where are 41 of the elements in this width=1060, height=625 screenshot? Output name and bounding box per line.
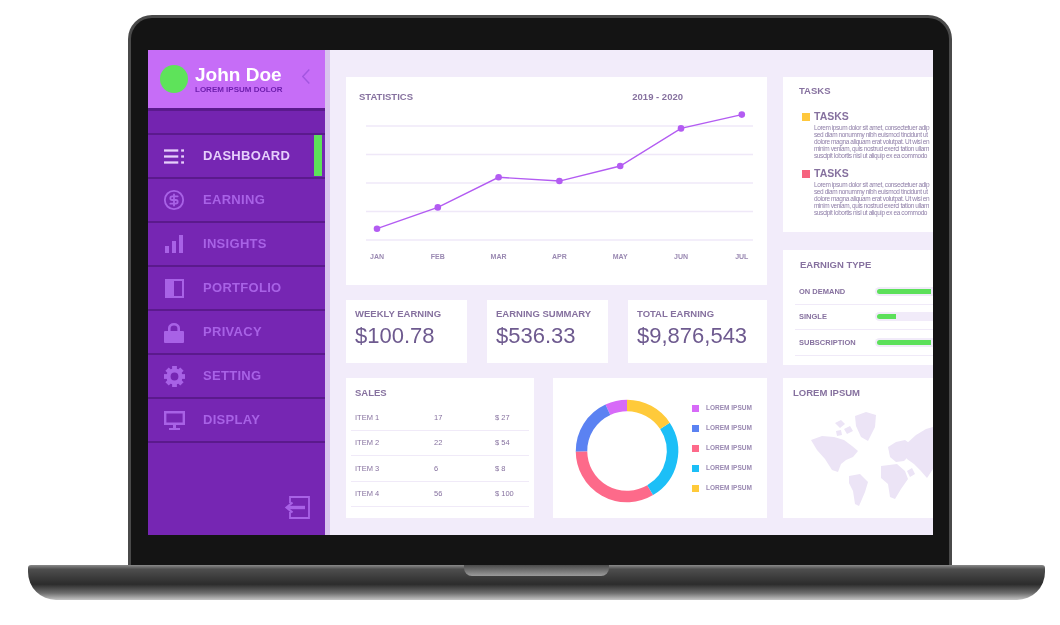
earning-label: EARNING SUMMARY [496, 308, 593, 320]
card-title: SALES [354, 387, 388, 399]
user-subtitle: LOREM IPSUM DOLOR [195, 84, 283, 95]
data-point [616, 162, 624, 170]
gear-icon [163, 365, 185, 387]
chevron-left-icon[interactable] [302, 68, 310, 84]
logout-icon[interactable] [284, 496, 310, 519]
nav-item[interactable]: PORTFOLIO [148, 267, 325, 311]
earning-value: $100.78 [355, 323, 436, 349]
list-icon [164, 148, 184, 164]
nav-item[interactable]: EARNING [148, 179, 325, 223]
data-point [677, 125, 685, 132]
earning-label: WEEKLY EARNING [355, 308, 443, 320]
card-title: TASKS [799, 85, 832, 97]
task-title: TASKS [814, 110, 850, 123]
nav-item[interactable]: SETTING [148, 355, 325, 399]
active-indicator [314, 135, 322, 176]
data-point [373, 225, 381, 232]
data-point [556, 177, 563, 185]
avatar [160, 65, 188, 93]
chart-title: STATISTICS [359, 91, 413, 104]
card-title: LOREM IPSUM [793, 387, 862, 399]
earning-label: TOTAL EARNING [637, 308, 716, 320]
data-point [434, 204, 442, 211]
nav-item[interactable]: DASHBOARD [148, 135, 325, 179]
earning-value: $536.33 [496, 323, 577, 349]
dollar-circle-icon [163, 189, 185, 211]
nav-item[interactable]: INSIGHTS [148, 223, 325, 267]
chart-period: 2019 - 2020 [632, 91, 683, 104]
half-filled-panel-icon [164, 278, 184, 298]
nav-item[interactable]: PRIVACY [148, 311, 325, 355]
task-title: TASKS [814, 167, 850, 180]
earning-value: $9,876,543 [637, 323, 749, 349]
data-point [495, 174, 502, 181]
lock-icon [164, 321, 184, 343]
monitor-icon [163, 410, 185, 430]
card-title: EARNIGN TYPE [799, 259, 873, 271]
bar-chart-icon [165, 235, 183, 253]
user-name: John Doe [195, 63, 283, 85]
nav-item[interactable]: DISPLAY [148, 399, 325, 443]
data-point [738, 111, 746, 118]
